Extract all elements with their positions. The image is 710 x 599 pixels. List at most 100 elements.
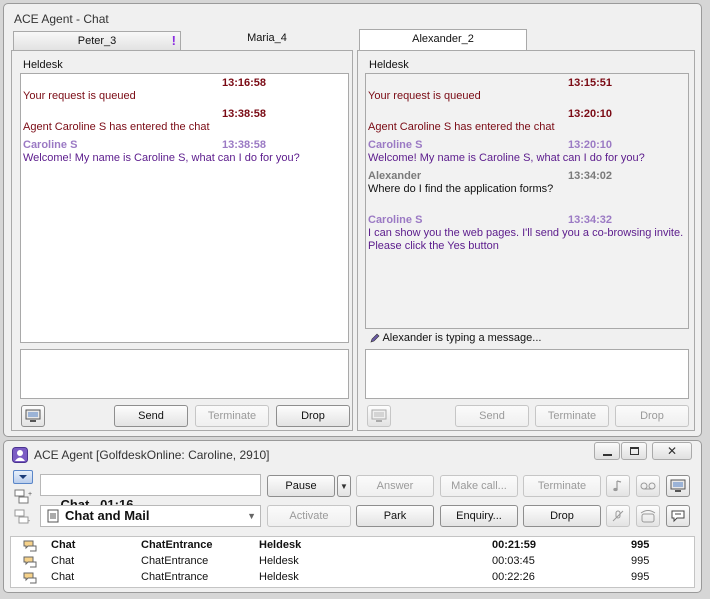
table-row[interactable]: Chat ChatEntrance Heldesk 00:21:59 995: [23, 539, 701, 555]
expand-dropdown-button[interactable]: [13, 470, 33, 484]
chevron-down-icon: [19, 475, 27, 479]
alert-icon: !: [171, 33, 176, 48]
transfer-button[interactable]: [666, 505, 690, 527]
chat-window: ACE Agent - Chat Peter_3 ! Maria_4 Helde…: [3, 3, 702, 437]
agent-window-title: ACE Agent [GolfdeskOnline: Caroline, 291…: [34, 448, 270, 462]
message-text: Where do I find the application forms?: [368, 183, 554, 195]
profile-select-value: Chat and Mail: [65, 508, 150, 523]
terminate-button[interactable]: Terminate: [535, 405, 609, 427]
typing-indicator: Alexander is typing a message...: [370, 332, 541, 344]
queue-type: Chat: [51, 555, 75, 567]
terminate-button[interactable]: Terminate: [195, 405, 269, 427]
message-text: Your request is queued: [368, 90, 481, 102]
co-browse-icon: [371, 409, 387, 422]
message-time: 13:34:32: [568, 214, 613, 226]
queue-type: Chat: [51, 571, 75, 583]
park-button[interactable]: Park: [356, 505, 434, 527]
tab-peter-3[interactable]: Peter_3 !: [13, 31, 181, 51]
left-chat-pane: Heldesk 13:16:58 Your request is queued …: [11, 50, 353, 431]
mail-icon: [47, 509, 59, 523]
co-browse-button[interactable]: [21, 405, 45, 427]
chat-transcript[interactable]: 13:16:58 Your request is queued 13:38:58…: [20, 73, 349, 343]
message-sender: Alexander: [368, 170, 422, 182]
queue-list: Chat ChatEntrance Heldesk 00:21:59 995 C…: [10, 536, 695, 588]
queue-label: Heldesk: [23, 59, 63, 71]
queue-type: Chat: [51, 539, 76, 551]
enquiry-button[interactable]: Enquiry...: [440, 505, 518, 527]
message-text: Agent Caroline S has entered the chat: [23, 121, 210, 133]
tab-label: Alexander_2: [412, 33, 474, 45]
co-browse-agent-button[interactable]: [666, 475, 690, 497]
phone-button[interactable]: [636, 505, 660, 527]
queue-time: 00:21:59: [492, 539, 537, 551]
message-sender: Caroline S: [368, 214, 423, 226]
maximize-icon: [630, 447, 639, 455]
make-call-button[interactable]: Make call...: [440, 475, 518, 497]
chevron-down-icon: ▼: [247, 511, 256, 521]
message-text: Agent Caroline S has entered the chat: [368, 121, 555, 133]
message-input[interactable]: [365, 349, 689, 399]
queue-name: Heldesk: [259, 539, 302, 551]
music-button[interactable]: [606, 475, 630, 497]
message-time: 13:38:58: [222, 108, 267, 120]
chat-queue-icon: [23, 540, 37, 552]
send-button[interactable]: Send: [114, 405, 188, 427]
tab-alexander-2[interactable]: Alexander_2: [359, 29, 527, 50]
minimize-button[interactable]: [594, 442, 620, 460]
user-icon: [12, 447, 28, 463]
chat-queue-icon[interactable]: -: [14, 509, 32, 525]
pause-dropdown-button[interactable]: ▼: [337, 475, 351, 497]
message-time: 13:20:10: [568, 139, 613, 151]
queue-name: Heldesk: [259, 571, 299, 583]
svg-text:-: -: [28, 518, 31, 525]
terminate-call-button[interactable]: Terminate: [523, 475, 601, 497]
chat-queue-icon[interactable]: +: [14, 489, 32, 505]
status-line: Chat 01:16: [40, 474, 261, 512]
message-time: 13:38:58: [222, 139, 267, 151]
message-time: 13:16:58: [222, 77, 267, 89]
mute-button[interactable]: [606, 505, 630, 527]
queue-entrance: ChatEntrance: [141, 571, 209, 583]
co-browse-button[interactable]: [367, 405, 391, 427]
message-text: Welcome! My name is Caroline S, what can…: [368, 152, 645, 164]
queue-label: Heldesk: [369, 59, 409, 71]
message-time: 13:34:02: [568, 170, 613, 182]
chat-transcript[interactable]: 13:15:51 Your request is queued 13:20:10…: [365, 73, 689, 329]
co-browse-icon: [25, 409, 41, 422]
chat-window-title: ACE Agent - Chat: [14, 12, 109, 26]
maximize-button[interactable]: [621, 442, 647, 460]
mute-icon: [612, 510, 624, 522]
svg-text:+: +: [28, 491, 32, 498]
queue-time: 00:22:26: [492, 571, 535, 583]
chevron-down-icon: ▼: [340, 482, 348, 491]
activate-button[interactable]: Activate: [267, 505, 351, 527]
co-browse-icon: [670, 479, 686, 492]
drop-button[interactable]: Drop: [276, 405, 350, 427]
table-row[interactable]: Chat ChatEntrance Heldesk 00:03:45 995: [23, 555, 701, 571]
close-icon: ✕: [666, 444, 678, 458]
message-sender: Caroline S: [368, 139, 423, 151]
tab-label: Peter_3: [77, 35, 117, 47]
voicemail-icon: [640, 482, 656, 490]
message-text: I can show you the web pages. I'll send …: [368, 227, 684, 239]
drop-button[interactable]: Drop: [615, 405, 689, 427]
profile-select[interactable]: Chat and Mail ▼: [40, 505, 261, 527]
queue-time: 00:03:45: [492, 555, 535, 567]
message-text: Your request is queued: [23, 90, 136, 102]
chat-queue-icon: [23, 556, 37, 568]
message-text: Welcome! My name is Caroline S, what can…: [23, 152, 300, 164]
agent-window: ACE Agent [GolfdeskOnline: Caroline, 291…: [3, 440, 702, 593]
answer-button[interactable]: Answer: [356, 475, 434, 497]
table-row[interactable]: Chat ChatEntrance Heldesk 00:22:26 995: [23, 571, 701, 587]
drop-call-button[interactable]: Drop: [523, 505, 601, 527]
voicemail-button[interactable]: [636, 475, 660, 497]
close-button[interactable]: ✕: [652, 442, 692, 460]
message-time: 13:20:10: [568, 108, 613, 120]
tab-maria-4[interactable]: Maria_4: [182, 29, 352, 50]
queue-entrance: ChatEntrance: [141, 555, 209, 567]
phone-icon: [640, 510, 656, 523]
send-button[interactable]: Send: [455, 405, 529, 427]
pause-button[interactable]: Pause: [267, 475, 335, 497]
message-input[interactable]: [20, 349, 349, 399]
pencil-icon: [370, 333, 380, 343]
